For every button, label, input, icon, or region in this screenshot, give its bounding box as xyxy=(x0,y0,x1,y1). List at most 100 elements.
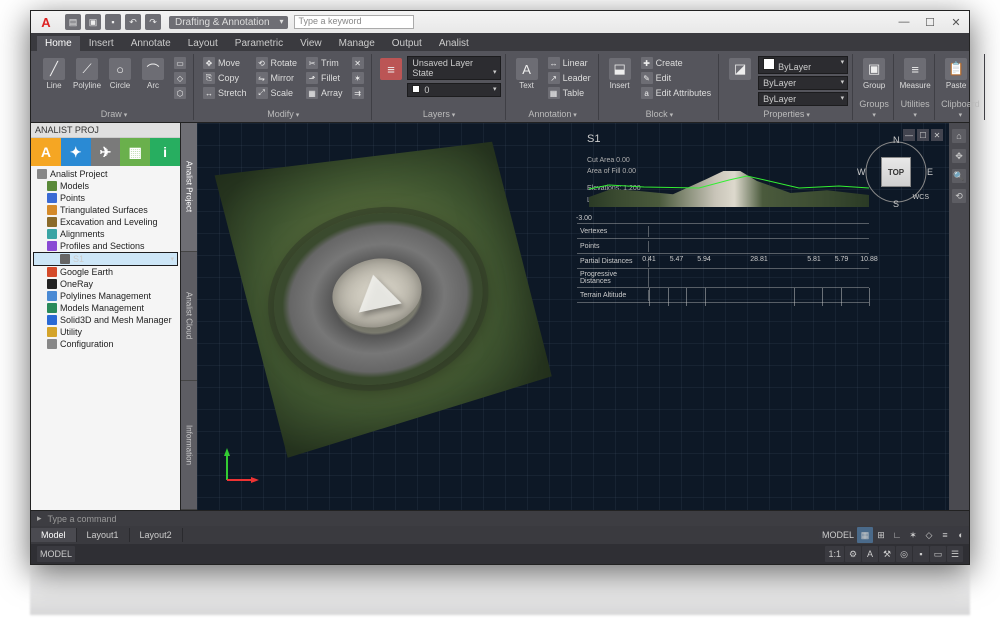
polyline-button[interactable]: ⟋Polyline xyxy=(72,56,102,92)
circle-button[interactable]: ○Circle xyxy=(105,56,135,92)
nav-orbit-icon[interactable]: ⟲ xyxy=(952,189,966,203)
vtab-0[interactable]: Analist Project xyxy=(181,123,197,252)
layer-current-select[interactable]: 0 xyxy=(407,83,500,97)
view-cube[interactable]: N E S W WCS TOP xyxy=(861,137,931,207)
nav-home-icon[interactable]: ⌂ xyxy=(952,129,966,143)
leader-button[interactable]: ↗Leader xyxy=(545,71,594,85)
offset-button[interactable]: ⇉ xyxy=(349,86,367,100)
tree-item[interactable]: Models Management xyxy=(33,302,178,314)
layout-tab-layout1[interactable]: Layout1 xyxy=(77,528,130,542)
tree-item[interactable]: Alignments xyxy=(33,228,178,240)
sidebar-launcher-4[interactable]: i xyxy=(150,138,180,166)
layout-tab-layout2[interactable]: Layout2 xyxy=(130,528,183,542)
tree-item[interactable]: Configuration xyxy=(33,338,178,350)
tree-item[interactable]: Analist Project xyxy=(33,168,178,180)
tab-output[interactable]: Output xyxy=(384,36,430,51)
tab-analist[interactable]: Analist xyxy=(431,36,477,51)
paste-button[interactable]: 📋Paste xyxy=(941,56,971,92)
linear-dim-button[interactable]: ↔Linear xyxy=(545,56,594,70)
table-button[interactable]: ▦Table xyxy=(545,86,594,100)
edit-block-button[interactable]: ✎Edit xyxy=(638,71,715,85)
color-select[interactable]: ByLayer xyxy=(758,56,848,74)
line-button[interactable]: ╱Line xyxy=(39,56,69,92)
tab-annotate[interactable]: Annotate xyxy=(123,36,179,51)
status-grid-icon[interactable]: ▦ xyxy=(857,527,873,543)
nav-pan-icon[interactable]: ✥ xyxy=(952,149,966,163)
ucs-icon[interactable] xyxy=(221,446,261,486)
move-button[interactable]: ✥Move xyxy=(200,56,250,70)
status-anno-icon[interactable]: A xyxy=(862,546,878,562)
search-input[interactable]: Type a keyword xyxy=(294,15,414,29)
create-block-button[interactable]: ✚Create xyxy=(638,56,715,70)
qat-undo-icon[interactable]: ↶ xyxy=(125,14,141,30)
arc-button[interactable]: ⌒Arc xyxy=(138,56,168,92)
sidebar-launcher-3[interactable]: ▦ xyxy=(120,138,150,166)
nav-zoom-icon[interactable]: 🔍 xyxy=(952,169,966,183)
measure-button[interactable]: ≡Measure xyxy=(900,56,930,92)
panel-label-modify[interactable]: Modify xyxy=(200,108,367,120)
erase-button[interactable]: ✕ xyxy=(349,56,367,70)
app-logo-icon[interactable]: A xyxy=(37,13,55,31)
tab-layout[interactable]: Layout xyxy=(180,36,226,51)
qat-save-icon[interactable]: ▪ xyxy=(105,14,121,30)
status-hw-icon[interactable]: ▪ xyxy=(913,546,929,562)
status-lwt-icon[interactable]: ≡ xyxy=(937,527,953,543)
panel-label-properties[interactable]: Properties xyxy=(725,108,848,120)
status-gear-icon[interactable]: ⚙ xyxy=(845,546,861,562)
sidebar-launcher-2[interactable]: ✈ xyxy=(91,138,121,166)
status-isolate-icon[interactable]: ◎ xyxy=(896,546,912,562)
tree-item[interactable]: Polylines Management xyxy=(33,290,178,302)
tree-item[interactable]: Excavation and Leveling xyxy=(33,216,178,228)
panel-label-layers[interactable]: Layers xyxy=(378,108,501,120)
project-tree[interactable]: Analist ProjectModelsPointsTriangulated … xyxy=(31,166,180,510)
insert-button[interactable]: ⬓Insert xyxy=(605,56,635,92)
tree-item[interactable]: S1 xyxy=(33,252,178,266)
lineweight-select[interactable]: ByLayer xyxy=(758,76,848,90)
tree-item[interactable]: Models xyxy=(33,180,178,192)
status-model-label[interactable]: MODEL xyxy=(819,527,857,543)
explode-button[interactable]: ✶ xyxy=(349,71,367,85)
trim-button[interactable]: ✂Trim xyxy=(303,56,346,70)
tree-item[interactable]: Points xyxy=(33,192,178,204)
status-transparency-icon[interactable]: ◐ xyxy=(953,527,969,543)
tree-item[interactable]: Triangulated Surfaces xyxy=(33,204,178,216)
group-button[interactable]: ▣Group xyxy=(859,56,889,92)
layer-props-button[interactable]: ≡ xyxy=(378,56,405,82)
vtab-2[interactable]: Information xyxy=(181,381,197,510)
layer-state-select[interactable]: Unsaved Layer State xyxy=(407,56,500,80)
panel-label-draw[interactable]: Draw xyxy=(39,108,189,120)
status-scale[interactable]: 1:1 xyxy=(825,546,844,562)
tree-item[interactable]: Solid3D and Mesh Manager xyxy=(33,314,178,326)
tab-home[interactable]: Home xyxy=(37,36,80,51)
mirror-button[interactable]: ⇋Mirror xyxy=(253,71,301,85)
status-snap-icon[interactable]: ⊞ xyxy=(873,527,889,543)
panel-label-utilities[interactable]: Utilities xyxy=(900,98,930,120)
panel-label-annotation[interactable]: Annotation xyxy=(512,108,594,120)
match-props-button[interactable]: ◪ xyxy=(725,56,755,82)
maximize-button[interactable]: ☐ xyxy=(917,11,943,33)
command-line[interactable]: ▸ Type a command xyxy=(31,510,969,526)
tree-item[interactable]: Utility xyxy=(33,326,178,338)
sidebar-launcher-1[interactable]: ✦ xyxy=(61,138,91,166)
tab-parametric[interactable]: Parametric xyxy=(227,36,291,51)
tree-item[interactable]: OneRay xyxy=(33,278,178,290)
status-custom-icon[interactable]: ☰ xyxy=(947,546,963,562)
sidebar-launcher-0[interactable]: A xyxy=(31,138,61,166)
drawing-viewport[interactable]: — ☐ ✕ xyxy=(197,123,949,510)
status-polar-icon[interactable]: ✶ xyxy=(905,527,921,543)
rotate-button[interactable]: ⟲Rotate xyxy=(253,56,301,70)
panel-label-clipboard[interactable]: Clipboard xyxy=(941,98,980,120)
copy-button[interactable]: ⎘Copy xyxy=(200,71,250,85)
edit-attr-button[interactable]: aEdit Attributes xyxy=(638,86,715,100)
tab-view[interactable]: View xyxy=(292,36,330,51)
qat-new-icon[interactable]: ▤ xyxy=(65,14,81,30)
vtab-1[interactable]: Analist Cloud xyxy=(181,252,197,381)
close-button[interactable]: ✕ xyxy=(943,11,969,33)
draw-extra-3[interactable]: ⬡ xyxy=(171,86,189,100)
scale-button[interactable]: ⤢Scale xyxy=(253,86,301,100)
panel-label-groups[interactable]: Groups xyxy=(859,98,889,120)
status-ortho-icon[interactable]: ∟ xyxy=(889,527,905,543)
tab-manage[interactable]: Manage xyxy=(331,36,383,51)
qat-redo-icon[interactable]: ↷ xyxy=(145,14,161,30)
qat-open-icon[interactable]: ▣ xyxy=(85,14,101,30)
